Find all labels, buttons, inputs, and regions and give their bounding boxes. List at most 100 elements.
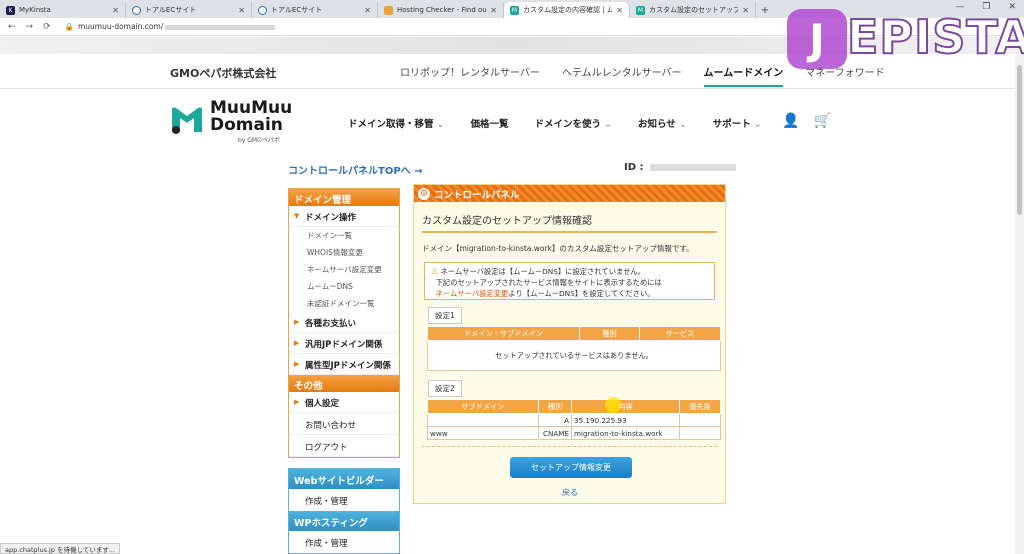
url-field[interactable]: 🔒 muumuu-domain.com/: [65, 22, 276, 31]
tab-hosting-checker[interactable]: Hosting Checker - Find out who✕: [378, 2, 504, 18]
header-icons: 👤 🛒: [782, 113, 831, 129]
sidebar-item-logout[interactable]: ログアウト: [289, 435, 399, 457]
setup-change-button[interactable]: セットアップ情報変更: [510, 457, 632, 478]
nameserver-change-link[interactable]: ネームサーバ設定変更: [436, 289, 509, 298]
setting2-table: サブドメイン 種別 内容 優先度 A 35.190.225.93 www CNA…: [427, 399, 721, 440]
empty-message: セットアップされているサービスはありません。: [427, 340, 721, 371]
back-link[interactable]: 戻る: [562, 487, 578, 498]
column-header: サービス: [639, 326, 721, 341]
setting2-label: 設定2: [428, 380, 462, 397]
column-header: ドメイン・サブドメイン: [427, 326, 580, 341]
gmo-header: GMOペパボ株式会社 ロリポップ！レンタルサーバー ヘテムルレンタルサーバー ム…: [0, 55, 1016, 89]
sidebar-head-other: その他: [289, 375, 399, 392]
main-nav: ドメイン取得・移管 ⌄ 価格一覧 ドメインを使う ⌄ お知らせ ⌄ サポート ⌄: [348, 116, 762, 130]
wordpress-icon: [258, 5, 267, 15]
nav-pricing[interactable]: 価格一覧: [470, 116, 508, 130]
nav-news[interactable]: お知らせ ⌄: [638, 116, 687, 130]
close-icon[interactable]: ✕: [112, 6, 119, 15]
table-row: www CNAME migration-to-kinsta.work: [427, 426, 721, 440]
triangle-down-icon: ▼: [294, 212, 300, 220]
user-icon[interactable]: 👤: [782, 113, 799, 129]
triangle-right-icon: ▶: [294, 339, 300, 347]
sidebar-sub-unverified[interactable]: 未認証ドメイン一覧: [289, 295, 399, 312]
sidebar-item-attribute-jp[interactable]: ▶ 属性型JPドメイン関係: [289, 354, 399, 375]
sidebar-head-domain: ドメイン管理: [289, 189, 399, 206]
sidebar-services: Webサイトビルダー 作成・管理 WPホスティング 作成・管理: [288, 468, 400, 554]
divider: [422, 446, 717, 447]
hosting-checker-icon: [384, 5, 393, 15]
sidebar-item-personal[interactable]: ▶ 個人設定: [289, 392, 399, 413]
panel-header: ⚙ コントロールパネル: [414, 185, 725, 202]
column-header: 優先度: [679, 399, 721, 414]
tab-muumuu-active[interactable]: Mカスタム設定の内容確認 | ムームード✕: [504, 2, 630, 18]
control-panel: ⚙ コントロールパネル カスタム設定のセットアップ情報確認 ドメイン【migrat…: [413, 184, 726, 504]
muumuu-icon: M: [636, 5, 645, 15]
sidebar-item-generic-jp[interactable]: ▶ 汎用JPドメイン関係: [289, 333, 399, 354]
gear-icon: ⚙: [418, 187, 430, 200]
muumuu-domain-logo[interactable]: MuuMuu Domain by GMOペパボ: [170, 100, 300, 146]
column-header: 内容: [571, 399, 680, 414]
gmo-service-links: ロリポップ！レンタルサーバー ヘテムルレンタルサーバー ムームードメイン マネー…: [400, 64, 885, 87]
nav-support[interactable]: サポート ⌄: [713, 116, 762, 130]
link-heteml[interactable]: ヘテムルレンタルサーバー: [562, 64, 682, 87]
muumuu-icon: M: [510, 5, 519, 15]
back-arrow-icon[interactable]: ←: [8, 22, 16, 32]
sidebar-item-contact[interactable]: お問い合わせ: [289, 413, 399, 435]
column-header: 種別: [538, 399, 572, 414]
new-tab-button[interactable]: +: [756, 2, 774, 18]
scrollbar[interactable]: [1015, 55, 1024, 554]
warning-icon: ⚠: [431, 267, 439, 276]
lock-icon: 🔒: [64, 22, 74, 31]
sidebar-item-wp-hosting-manage[interactable]: 作成・管理: [289, 531, 399, 553]
column-header: 種別: [579, 326, 640, 341]
user-id: ID :: [624, 162, 736, 173]
mouse-cursor-highlight: [605, 397, 621, 413]
sidebar-sub-nameserver[interactable]: ネームサーバ設定変更: [289, 261, 399, 278]
chevron-down-icon: ⌄: [678, 119, 687, 130]
reload-icon[interactable]: ⟳: [43, 22, 51, 32]
close-icon[interactable]: ✕: [742, 6, 749, 15]
panel-title: カスタム設定のセットアップ情報確認: [422, 212, 717, 233]
nav-domain-register[interactable]: ドメイン取得・移管 ⌄: [348, 116, 444, 130]
setting1-label: 設定1: [428, 307, 462, 324]
triangle-right-icon: ▶: [294, 318, 300, 326]
link-moneyforward[interactable]: マネーフォワード: [805, 64, 884, 87]
forward-arrow-icon[interactable]: →: [26, 22, 34, 32]
sidebar-sub-muumuu-dns[interactable]: ムームーDNS: [289, 278, 399, 295]
tab-mykinsta[interactable]: K MyKinsta ✕: [0, 2, 126, 18]
status-bar: app.chatplus.jp を待機しています...: [0, 543, 121, 554]
sidebar-item-website-builder-manage[interactable]: 作成・管理: [289, 489, 399, 511]
control-panel-top-link[interactable]: コントロールパネルTOPへ →: [288, 162, 423, 177]
sidebar-item-payments[interactable]: ▶ 各種お支払い: [289, 312, 399, 333]
scrollbar-thumb[interactable]: [1017, 65, 1022, 215]
nameserver-notice: ⚠ ネームサーバ設定は【ムームーDNS】に設定されていません。 下記のセットアッ…: [424, 262, 715, 300]
muumuu-logo-mark: [172, 107, 202, 134]
triangle-right-icon: ▶: [294, 360, 300, 368]
close-icon[interactable]: ✕: [490, 6, 497, 15]
close-icon[interactable]: ✕: [238, 6, 245, 15]
user-id-redacted: [649, 163, 736, 171]
close-icon[interactable]: ✕: [616, 6, 623, 15]
sidebar-head-wp-hosting: WPホスティング: [289, 511, 399, 531]
sidebar-sub-whois[interactable]: WHOIS情報変更: [289, 244, 399, 261]
tab-wordpress-2[interactable]: トアルECサイト ✕: [252, 2, 378, 18]
sidebar-sub-domain-list[interactable]: ドメイン一覧: [289, 227, 399, 244]
chevron-down-icon: ⌄: [604, 119, 612, 130]
gmo-pepabo-logo[interactable]: GMOペパボ株式会社: [170, 65, 276, 81]
url-redacted: [165, 24, 276, 30]
sidebar-item-domain-ops[interactable]: ▼ ドメイン操作: [289, 206, 399, 227]
wordpress-icon: [132, 5, 141, 15]
panel-description: ドメイン【migration-to-kinsta.work】のカスタム設定セット…: [422, 244, 694, 253]
cart-icon[interactable]: 🛒: [813, 113, 830, 129]
setting1-table: ドメイン・サブドメイン 種別 サービス セットアップされているサービスはありませ…: [427, 326, 721, 371]
tab-muumuu-setup[interactable]: Mカスタム設定のセットアップ方法 | ムー✕: [630, 2, 756, 18]
table-row: A 35.190.225.93: [427, 413, 721, 427]
tab-wordpress-1[interactable]: トアルECサイト ✕: [126, 2, 252, 18]
link-lolipop[interactable]: ロリポップ！レンタルサーバー: [400, 64, 540, 87]
kinsta-icon: K: [6, 5, 15, 15]
nav-use-domain[interactable]: ドメインを使う ⌄: [535, 116, 612, 130]
column-header: サブドメイン: [427, 399, 539, 414]
close-icon[interactable]: ✕: [364, 6, 371, 15]
chevron-down-icon: ⌄: [436, 119, 445, 130]
link-muumuu-domain[interactable]: ムームードメイン: [703, 64, 784, 87]
